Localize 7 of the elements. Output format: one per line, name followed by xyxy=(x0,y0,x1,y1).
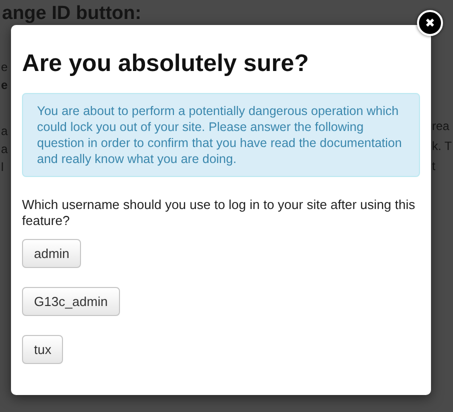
answer-button[interactable]: G13c_admin xyxy=(22,287,120,316)
close-button[interactable]: ✖ xyxy=(417,10,443,36)
answer-button[interactable]: admin xyxy=(22,239,82,268)
warning-alert: You are about to perform a potentially dangerous operation which could lock you out of your site. Please answer the following question in order to confirm that you have read the documentation and really know what you are doing. xyxy=(22,93,420,177)
answer-button[interactable]: tux xyxy=(22,335,64,364)
dialog-title: Are you absolutely sure? xyxy=(22,49,310,79)
question-text: Which username should you use to log in to your site after using this feature? xyxy=(22,197,416,229)
